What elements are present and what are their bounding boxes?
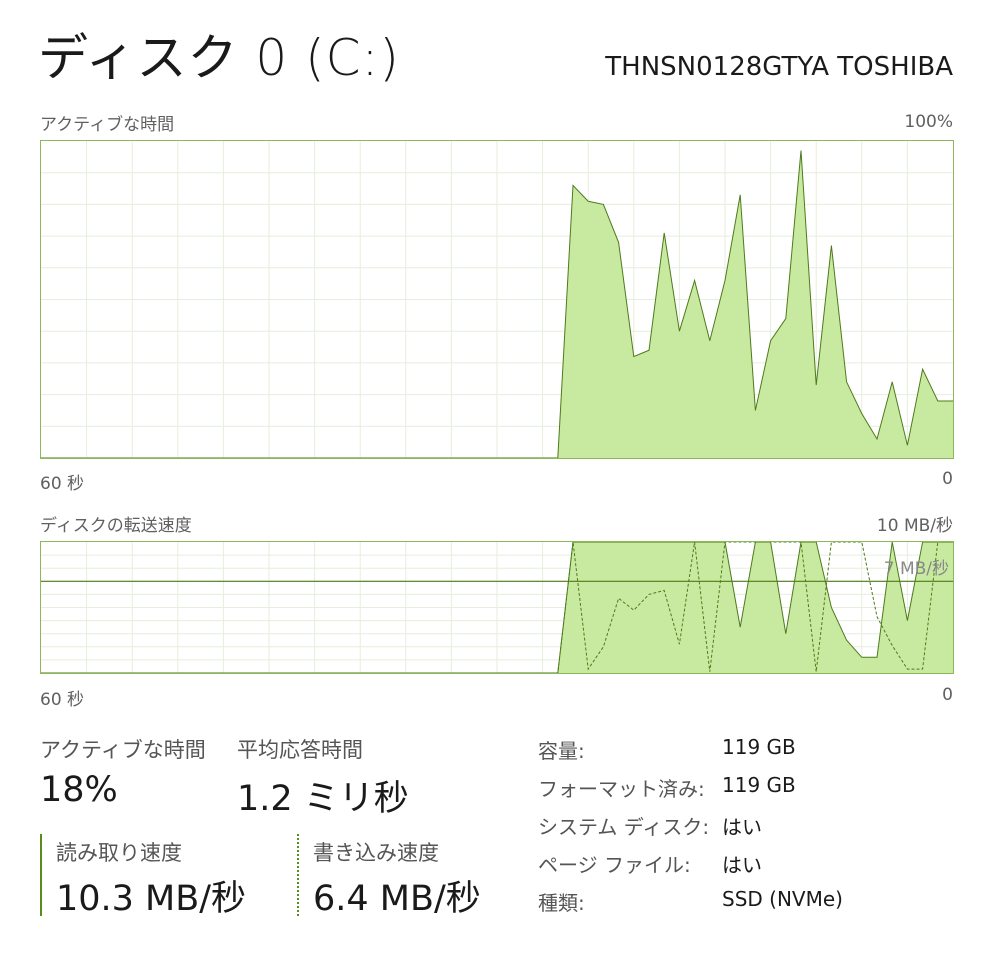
transfer-x-right: 0 (942, 685, 953, 705)
response-time-stat-label: 平均応答時間 (237, 738, 363, 762)
info-label-system-disk: システム ディスク: (538, 815, 710, 839)
read-speed-value: 10.3 MB/秒 (56, 879, 247, 919)
transfer-graph-label: ディスクの転送速度 (40, 516, 192, 536)
disk-title: ディスク 0 (C:) (38, 29, 400, 87)
active-time-x-right: 0 (942, 469, 953, 489)
transfer-graph-max: 10 MB/秒 (876, 516, 953, 536)
info-label-capacity: 容量: (538, 739, 585, 763)
active-time-graph-max: 100% (904, 112, 953, 132)
active-time-graph-label: アクティブな時間 (40, 115, 175, 135)
info-value-system-disk: はい (722, 815, 762, 839)
disk-model: THNSN0128GTYA TOSHIBA (605, 52, 953, 82)
active-time-graph[interactable] (40, 140, 954, 459)
info-label-formatted: フォーマット済み: (538, 777, 705, 801)
write-speed-value: 6.4 MB/秒 (313, 879, 481, 919)
info-value-capacity: 119 GB (722, 735, 796, 759)
response-time-stat-value: 1.2 ミリ秒 (237, 779, 409, 819)
active-time-chart (41, 141, 953, 458)
write-speed-label: 書き込み速度 (313, 841, 439, 865)
info-value-type: SSD (NVMe) (722, 887, 843, 911)
info-value-page-file: はい (722, 853, 762, 877)
transfer-graph[interactable]: 7 MB/秒 (40, 541, 954, 674)
read-speed-label: 読み取り速度 (56, 841, 182, 865)
active-time-x-left: 60 秒 (40, 474, 85, 494)
active-time-stat-value: 18% (40, 770, 118, 810)
transfer-chart (41, 542, 953, 673)
transfer-x-left: 60 秒 (40, 690, 85, 710)
read-speed-indicator (40, 834, 42, 916)
active-time-stat-label: アクティブな時間 (40, 738, 206, 762)
info-label-page-file: ページ ファイル: (538, 853, 691, 877)
info-value-formatted: 119 GB (722, 773, 796, 797)
info-label-type: 種類: (538, 891, 585, 915)
transfer-ref-line-label: 7 MB/秒 (883, 559, 949, 579)
write-speed-indicator (297, 834, 299, 916)
